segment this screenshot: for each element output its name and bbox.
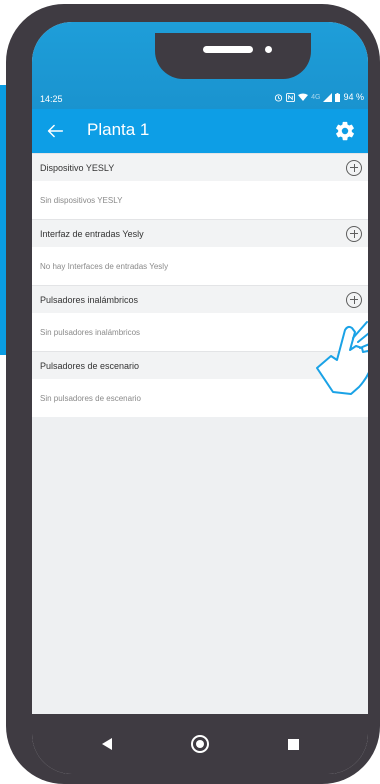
gear-icon[interactable] — [334, 120, 356, 142]
signal-icon — [323, 92, 333, 102]
phone-screen: 14:25 4G 94 % Planta 1 Dispositivo YESLY — [32, 22, 368, 774]
nav-back-icon[interactable] — [101, 738, 112, 750]
section-title: Pulsadores de escenario — [40, 360, 140, 371]
empty-state-text: Sin pulsadores de escenario — [40, 393, 141, 403]
section-header-dispositivo: Dispositivo YESLY — [32, 153, 368, 181]
battery-percent: 94 % — [343, 92, 364, 102]
add-circle-icon[interactable] — [346, 225, 362, 242]
nav-recent-icon[interactable] — [287, 738, 299, 750]
arrow-left-icon[interactable] — [44, 120, 66, 142]
page-title: Planta 1 — [87, 120, 150, 139]
status-time: 14:25 — [40, 94, 63, 104]
section-empty-row: No hay Interfaces de entradas Yesly — [32, 247, 368, 285]
section-header-interfaz: Interfaz de entradas Yesly — [32, 219, 368, 247]
section-title: Interfaz de entradas Yesly — [40, 228, 144, 239]
phone-frame: 14:25 4G 94 % Planta 1 Dispositivo YESLY — [6, 4, 380, 784]
network-type-label: 4G — [311, 93, 321, 101]
section-title: Pulsadores inalámbricos — [40, 294, 139, 305]
wifi-icon — [298, 93, 309, 101]
empty-state-text: No hay Interfaces de entradas Yesly — [40, 261, 169, 271]
add-circle-icon[interactable] — [346, 159, 362, 176]
section-header-pulsadores-inalambricos: Pulsadores inalámbricos — [32, 285, 368, 313]
phone-notch — [155, 33, 311, 79]
battery-icon — [335, 92, 341, 102]
status-icons: 4G 94 % — [274, 92, 364, 102]
app-bar: Planta 1 — [32, 109, 368, 153]
alarm-icon — [275, 93, 283, 102]
hand-pointer-icon — [316, 321, 368, 395]
system-navigation-bar — [32, 714, 368, 774]
nav-home-icon[interactable] — [190, 735, 209, 753]
empty-state-text: Sin dispositivos YESLY — [40, 195, 123, 205]
empty-state-text: Sin pulsadores inalámbricos — [40, 327, 141, 337]
nfc-icon — [286, 92, 296, 102]
front-camera — [265, 46, 272, 53]
section-title: Dispositivo YESLY — [40, 162, 115, 173]
add-circle-icon[interactable] — [346, 291, 362, 308]
section-empty-row: Sin dispositivos YESLY — [32, 181, 368, 219]
speaker-grille — [203, 46, 253, 53]
